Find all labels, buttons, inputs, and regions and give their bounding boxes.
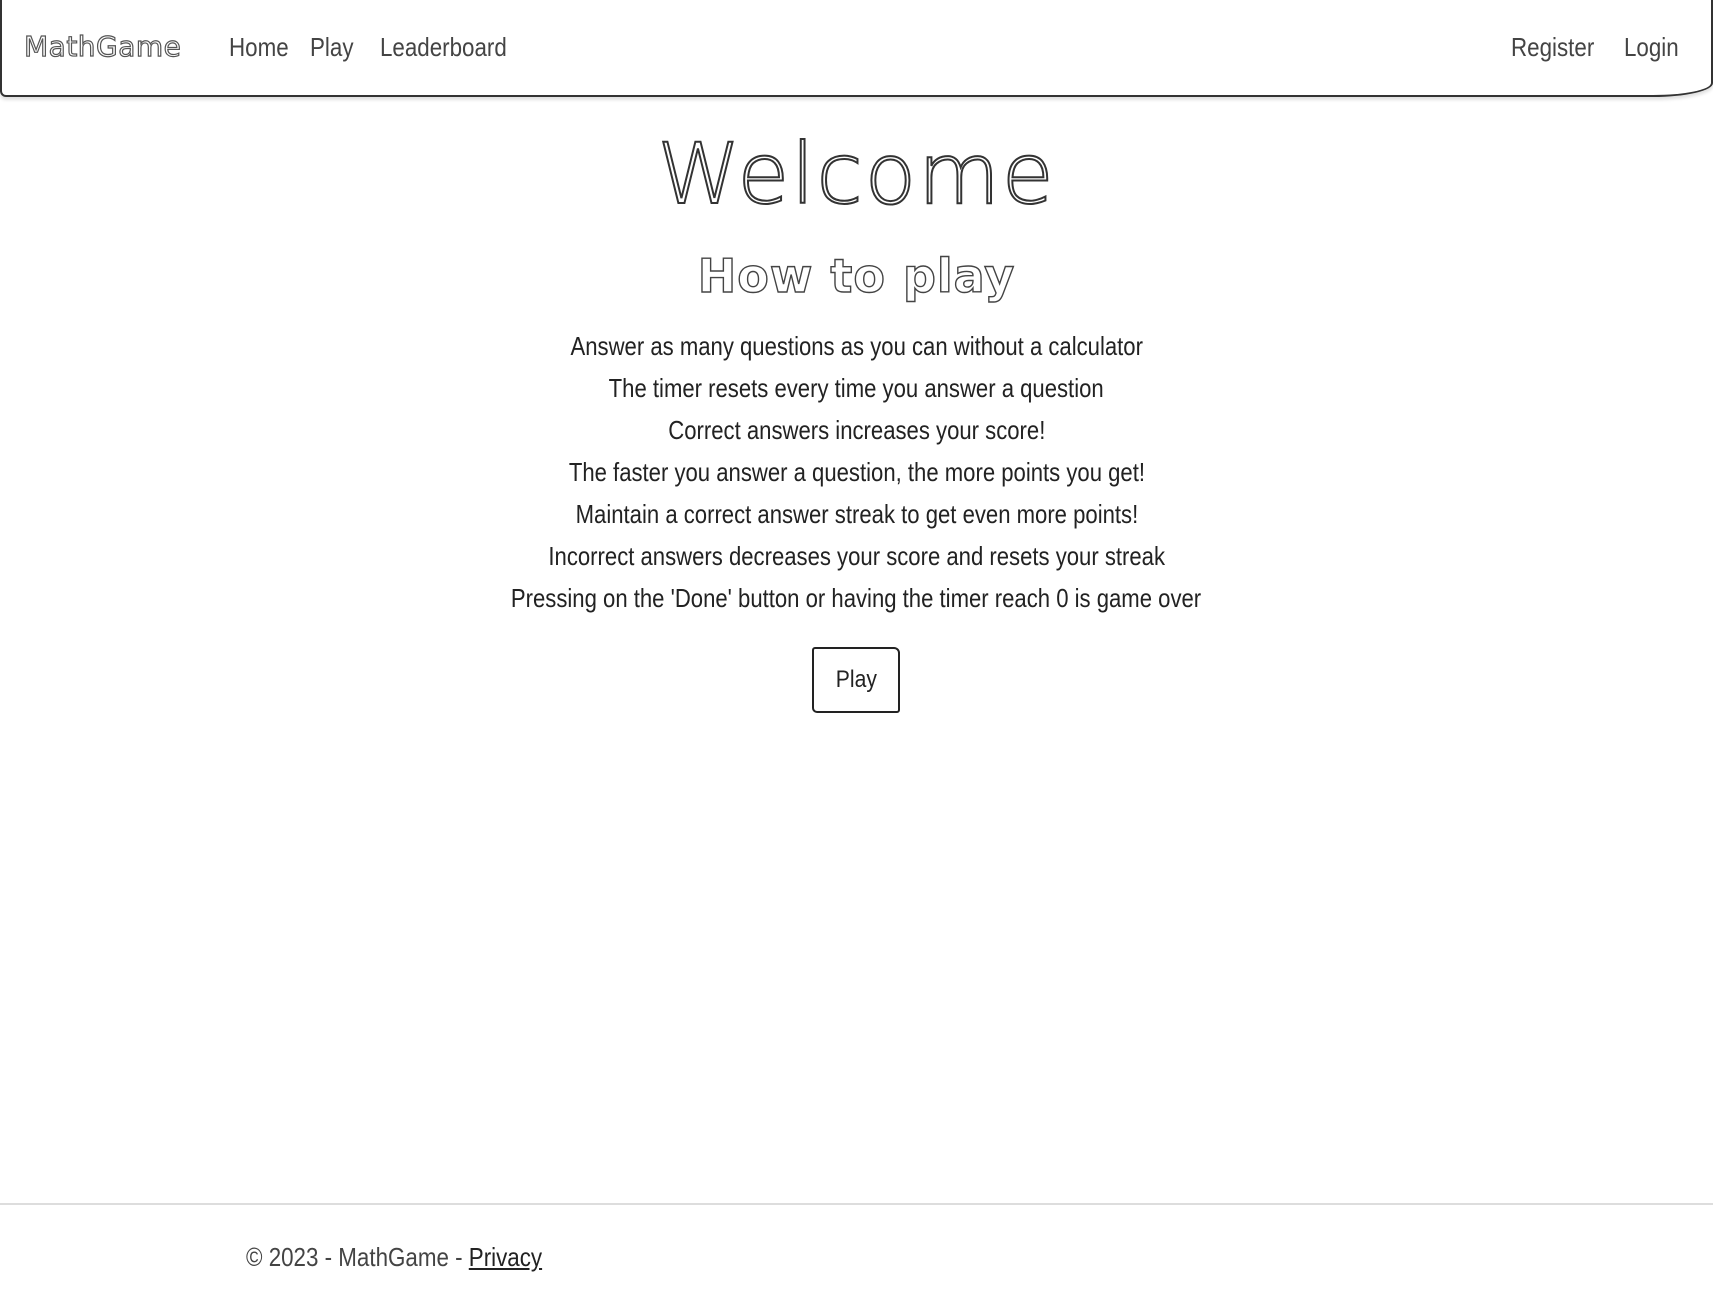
privacy-link[interactable]: Privacy <box>469 1242 542 1272</box>
nav-home-link[interactable]: Home <box>229 32 289 63</box>
top-navbar: MathGame Home Play Leaderboard Register … <box>0 0 1713 97</box>
page-title: Welcome <box>656 124 1056 224</box>
footer-copyright: © 2023 - MathGame - Privacy <box>246 1242 542 1273</box>
rules-list: Answer as many questions as you can with… <box>0 325 1713 619</box>
nav-leaderboard-link[interactable]: Leaderboard <box>380 32 507 63</box>
nav-login-link[interactable]: Login <box>1624 32 1679 63</box>
page-footer: © 2023 - MathGame - Privacy <box>0 1203 1713 1297</box>
brand-logo-link[interactable]: MathGame <box>23 29 181 63</box>
play-button[interactable]: Play <box>812 647 900 713</box>
rule-item: Correct answers increases your score! <box>667 415 1046 445</box>
copyright-text: © 2023 - MathGame - <box>246 1242 469 1272</box>
rule-item: The faster you answer a question, the mo… <box>568 457 1145 487</box>
nav-register-link[interactable]: Register <box>1511 32 1594 63</box>
nav-play-link[interactable]: Play <box>310 32 353 63</box>
rule-item: Maintain a correct answer streak to get … <box>575 499 1138 529</box>
rule-item: Answer as many questions as you can with… <box>570 331 1143 361</box>
rule-item: The timer resets every time you answer a… <box>608 373 1104 403</box>
rule-item: Incorrect answers decreases your score a… <box>548 541 1165 571</box>
rule-item: Pressing on the 'Done' button or having … <box>511 583 1202 613</box>
how-to-play-heading: How to play <box>697 248 1016 303</box>
